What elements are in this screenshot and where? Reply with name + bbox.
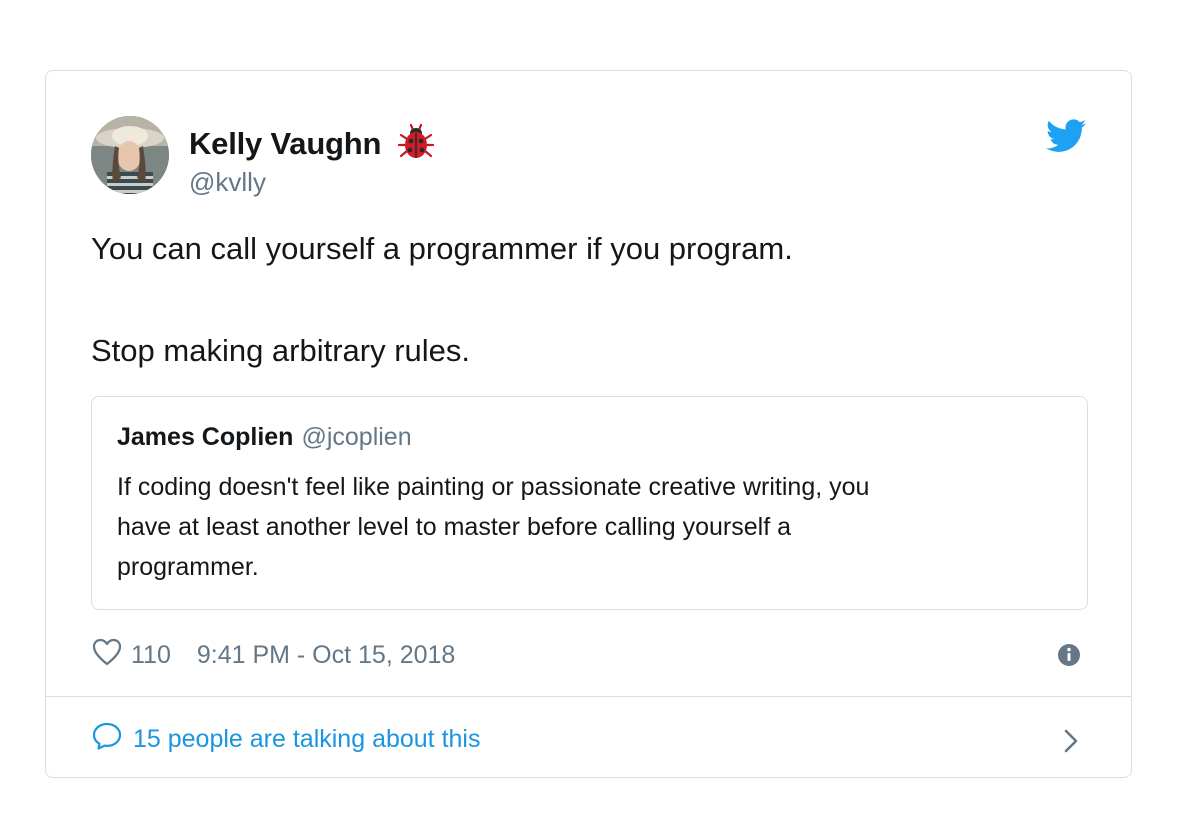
quoted-tweet-header: James Coplien @jcoplien: [117, 423, 412, 452]
tweet-text-line-1: You can call yourself a programmer if yo…: [91, 231, 793, 266]
avatar[interactable]: [91, 116, 169, 194]
conversation-link[interactable]: 15 people are talking about this: [91, 721, 480, 758]
tweet-text-line-2: Stop making arbitrary rules.: [91, 333, 471, 368]
quoted-text-line-1: If coding doesn't feel like painting or …: [117, 473, 870, 501]
tweet-card: Kelly Vaughn @kvlly You can call yoursel…: [45, 70, 1132, 778]
quoted-tweet-body: If coding doesn't feel like painting or …: [117, 467, 1067, 587]
tweet-timestamp[interactable]: 9:41 PM - Oct 15, 2018: [197, 641, 455, 670]
heart-icon[interactable]: [91, 637, 131, 674]
tweet-meta: 110 9:41 PM - Oct 15, 2018: [91, 637, 455, 674]
conversation-label: 15 people are talking about this: [133, 725, 481, 753]
quoted-text-line-3: programmer.: [117, 553, 259, 581]
ladybug-icon: [381, 121, 437, 166]
quoted-author-name: James Coplien: [117, 423, 294, 451]
like-count[interactable]: 110: [131, 641, 171, 670]
author-name-row: Kelly Vaughn: [189, 121, 437, 166]
quoted-tweet[interactable]: James Coplien @jcoplien If coding doesn't…: [91, 396, 1088, 610]
speech-bubble-icon: [91, 721, 133, 758]
quoted-text-line-2: have at least another level to master be…: [117, 513, 791, 541]
quoted-author-handle: @jcoplien: [301, 423, 412, 451]
author-name[interactable]: Kelly Vaughn: [189, 126, 381, 162]
author-handle[interactable]: @kvlly: [189, 167, 266, 198]
divider: [46, 696, 1131, 697]
